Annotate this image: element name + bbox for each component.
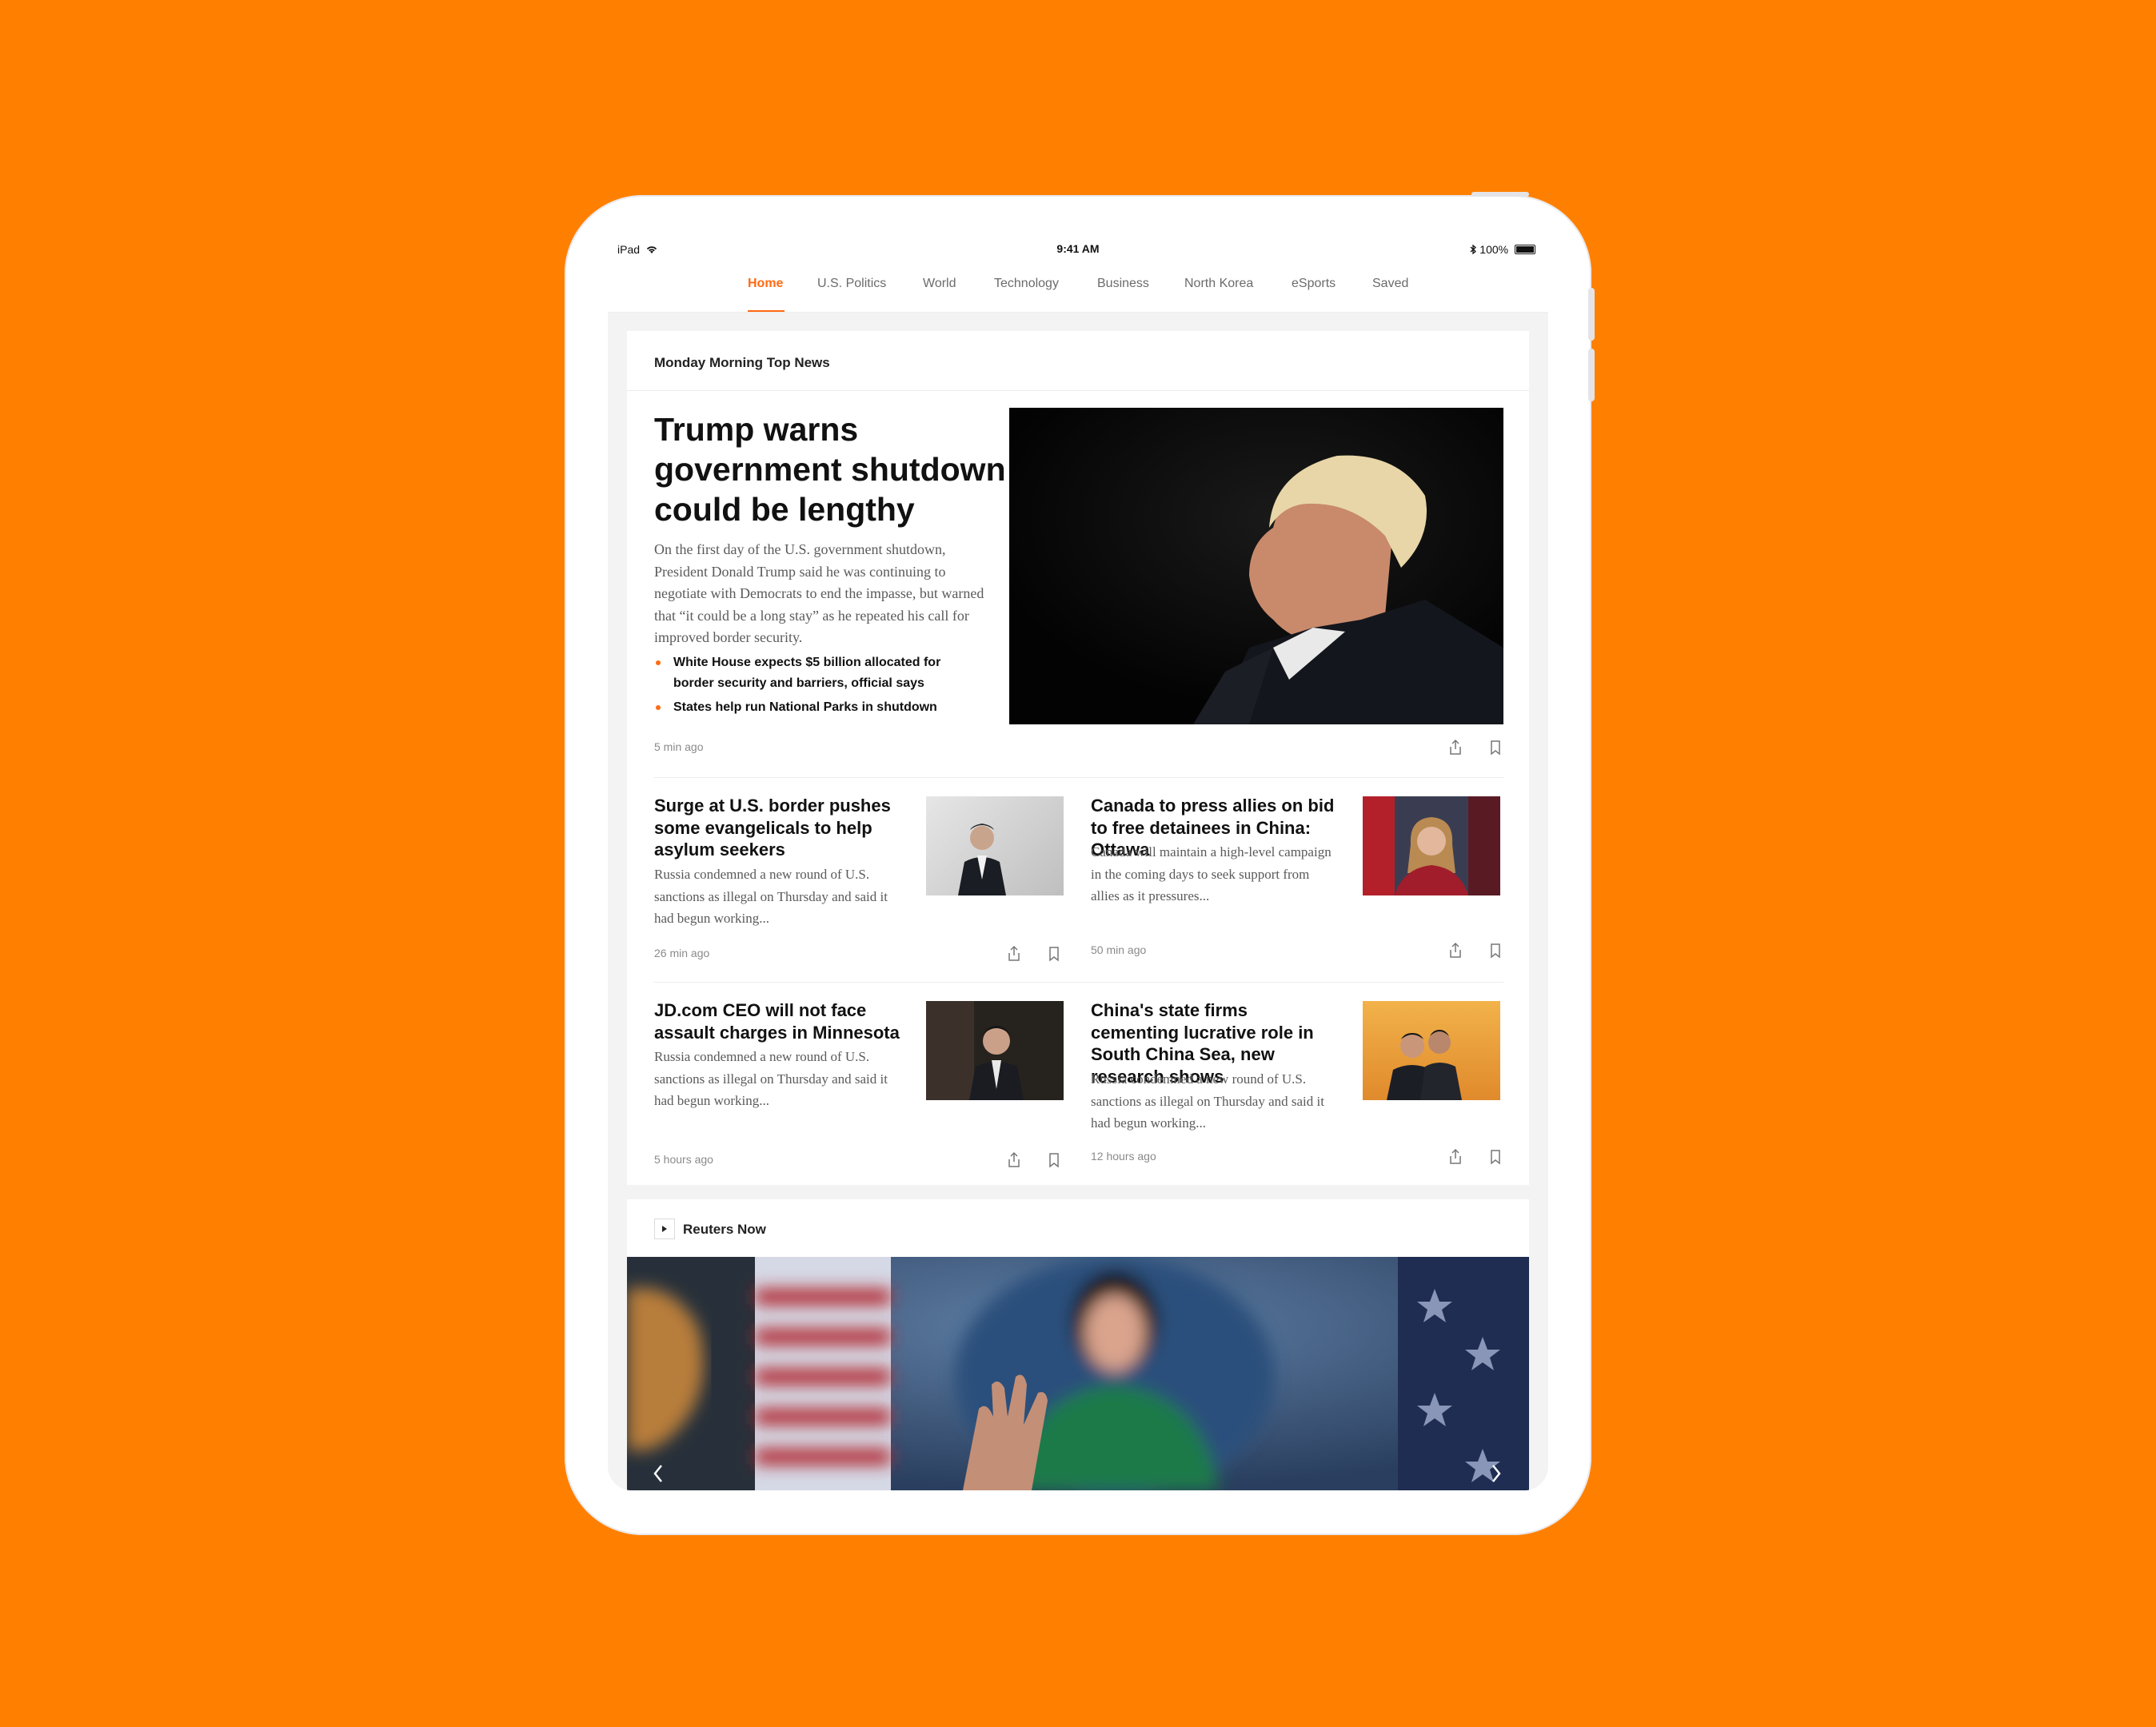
device-volume-down-button (1588, 349, 1595, 401)
story-thumbnail[interactable] (926, 796, 1064, 895)
video-carousel[interactable] (627, 1257, 1529, 1490)
bookmark-icon[interactable] (1046, 1151, 1062, 1169)
bookmark-icon[interactable] (1046, 945, 1062, 963)
chevron-left-icon[interactable] (651, 1463, 665, 1484)
timestamp: 50 min ago (1091, 943, 1147, 956)
status-bar: iPad 9:41 AM 100% (608, 237, 1548, 261)
story-summary: Russia condemned a new round of U.S. san… (654, 867, 888, 926)
device-volume-up-button (1588, 288, 1595, 341)
tab-esports[interactable]: eSports (1292, 277, 1336, 291)
bookmark-icon[interactable] (1487, 1148, 1503, 1166)
lead-summary: On the first day of the U.S. government … (654, 541, 984, 645)
battery-percent: 100% (1479, 243, 1509, 256)
timestamp: 5 hours ago (654, 1153, 713, 1166)
story-thumbnail[interactable] (1363, 1001, 1500, 1100)
story-headline[interactable]: Surge at U.S. border pushes some evangel… (654, 795, 902, 861)
tab-world[interactable]: World (923, 277, 956, 291)
share-icon[interactable] (1447, 942, 1463, 959)
bookmark-icon[interactable] (1487, 739, 1503, 756)
story-thumbnail[interactable] (1363, 796, 1500, 895)
related-link[interactable]: White House expects $5 billion allocated… (654, 652, 974, 694)
section-tabs: Home U.S. Politics World Technology Busi… (608, 261, 1548, 313)
story-summary: Canada will maintain a high-level campai… (1091, 844, 1332, 903)
bluetooth-icon (1470, 244, 1477, 255)
share-icon[interactable] (1447, 1148, 1463, 1166)
timestamp: 5 min ago (654, 740, 704, 753)
battery-icon (1515, 245, 1535, 254)
story-headline[interactable]: JD.com CEO will not face assault charges… (654, 999, 902, 1043)
tab-north-korea[interactable]: North Korea (1184, 277, 1253, 291)
play-icon[interactable] (654, 1218, 675, 1239)
section-header: Reuters Now (683, 1222, 766, 1237)
timestamp: 12 hours ago (1091, 1150, 1156, 1163)
timestamp: 26 min ago (654, 947, 710, 959)
story-thumbnail[interactable] (926, 1001, 1064, 1100)
share-icon[interactable] (1006, 1151, 1022, 1169)
device-power-button (1471, 192, 1529, 197)
tab-technology[interactable]: Technology (994, 277, 1059, 291)
active-tab-indicator (748, 310, 785, 312)
section-header: Monday Morning Top News (654, 355, 830, 370)
reuters-now-card: Reuters Now (627, 1199, 1529, 1257)
share-icon[interactable] (1006, 945, 1022, 963)
related-link[interactable]: States help run National Parks in shutdo… (654, 697, 974, 718)
story-summary: Russia condemned a new round of U.S. san… (654, 1049, 888, 1108)
lead-photo[interactable] (1009, 408, 1503, 724)
lead-headline[interactable]: Trump warns government shutdown could be… (654, 409, 1006, 529)
chevron-right-icon[interactable] (1489, 1463, 1503, 1484)
tab-business[interactable]: Business (1097, 277, 1149, 291)
share-icon[interactable] (1447, 739, 1463, 756)
tab-saved[interactable]: Saved (1372, 277, 1408, 291)
clock: 9:41 AM (1056, 242, 1100, 255)
app-screen: iPad 9:41 AM 100% Home U.S. Politics Wor… (608, 237, 1548, 1490)
story-summary: Russia condemned a new round of U.S. san… (1091, 1071, 1324, 1131)
tab-home[interactable]: Home (748, 277, 783, 291)
tab-us-politics[interactable]: U.S. Politics (817, 277, 886, 291)
bookmark-icon[interactable] (1487, 942, 1503, 959)
